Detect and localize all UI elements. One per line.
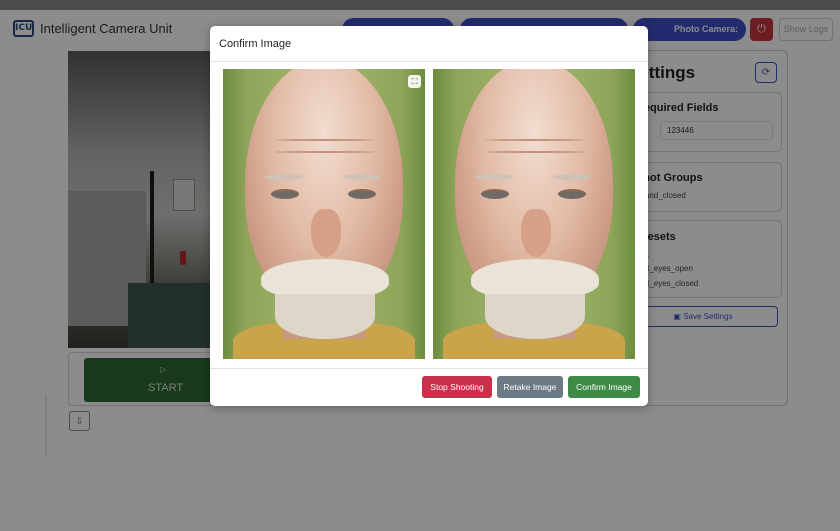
photo-right-eye xyxy=(348,189,376,199)
photo-right-brow xyxy=(343,174,381,180)
photo-right-brow xyxy=(553,174,591,180)
photo-left-eye xyxy=(481,189,509,199)
photo-forehead-wrinkle xyxy=(275,151,375,153)
modal-footer-divider xyxy=(210,368,648,369)
captured-image-original: ⛶ xyxy=(223,69,425,359)
photo-forehead-wrinkle xyxy=(275,139,375,141)
photo-left-eye xyxy=(271,189,299,199)
photo-left-brow xyxy=(265,174,303,180)
confirm-image-button[interactable]: Confirm Image xyxy=(568,376,640,398)
stop-shooting-button[interactable]: Stop Shooting xyxy=(422,376,492,398)
photo-right-eye xyxy=(558,189,586,199)
photo-nose xyxy=(521,209,551,257)
modal-title: Confirm Image xyxy=(219,38,292,50)
photo-mustache xyxy=(471,259,599,299)
photo-beard xyxy=(275,294,375,339)
photo-forehead-wrinkle xyxy=(485,151,585,153)
photo-left-brow xyxy=(475,174,513,180)
captured-image-processed xyxy=(433,69,635,359)
retake-image-button[interactable]: Retake Image xyxy=(497,376,563,398)
modal-header-divider xyxy=(210,61,648,62)
photo-forehead-wrinkle xyxy=(485,139,585,141)
photo-mustache xyxy=(261,259,389,299)
photo-beard xyxy=(485,294,585,339)
photo-nose xyxy=(311,209,341,257)
crop-icon[interactable]: ⛶ xyxy=(408,75,421,88)
confirm-image-modal: Confirm Image ⛶ Stop Shooting Retake Ima xyxy=(210,26,648,406)
